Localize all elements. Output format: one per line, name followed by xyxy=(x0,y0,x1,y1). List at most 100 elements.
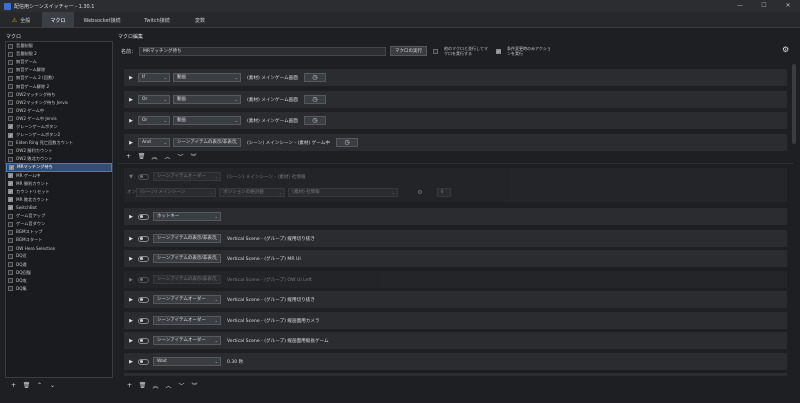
parallel-checkbox[interactable] xyxy=(433,48,439,54)
action-type-dropdown[interactable]: シーンアイテムの表示/非表示 ⌄ xyxy=(153,275,221,284)
macro-checkbox[interactable]: ✓ xyxy=(8,132,13,138)
list-item[interactable]: OW2 敗北カウント xyxy=(6,155,112,163)
clock-icon[interactable]: ◷ xyxy=(303,73,326,82)
expand-icon[interactable]: ▼ xyxy=(128,174,134,180)
list-item[interactable]: Elden Ring 死亡回数カウント xyxy=(6,139,112,147)
list-item[interactable]: 音量制限 2 xyxy=(6,50,112,58)
macro-checkbox[interactable] xyxy=(8,75,13,81)
list-item[interactable]: ✓ カウントリセット xyxy=(6,188,112,196)
macro-checkbox[interactable] xyxy=(8,43,13,49)
tab-websocket[interactable]: Websocket接続 xyxy=(74,12,130,28)
macro-checkbox[interactable]: ✓ xyxy=(8,189,13,195)
macro-checkbox[interactable] xyxy=(8,148,13,154)
macro-checkbox[interactable]: ✓ xyxy=(9,164,14,170)
tab-twitch[interactable]: Twitch接続 xyxy=(130,12,184,28)
macro-checkbox[interactable] xyxy=(8,156,13,162)
gear-icon[interactable]: ⚙ xyxy=(417,189,422,196)
clock-icon[interactable]: ◷ xyxy=(303,116,326,125)
macro-checkbox[interactable] xyxy=(8,253,13,259)
expand-icon[interactable]: ▶ xyxy=(128,97,134,103)
maximize-icon[interactable]: ☐ xyxy=(752,0,776,12)
position-mode-dropdown[interactable]: ポジションの絶対値 ⌄ xyxy=(219,187,286,197)
condition-type-dropdown[interactable]: 動画 ⌄ xyxy=(173,116,241,125)
list-item[interactable]: OW2 勝利カウント xyxy=(6,147,112,155)
enable-toggle[interactable] xyxy=(138,337,149,344)
action-type-dropdown[interactable]: Wait ⌄ xyxy=(153,357,221,366)
macro-checkbox[interactable]: ✓ xyxy=(8,124,13,130)
expand-icon[interactable]: ▶ xyxy=(128,256,134,262)
expand-icon[interactable]: ▶ xyxy=(128,75,134,81)
move-down-button[interactable]: ﹀ xyxy=(175,152,186,161)
macro-checkbox[interactable] xyxy=(8,270,13,276)
macro-checkbox[interactable] xyxy=(8,262,13,268)
delete-action-button[interactable]: 🗑 xyxy=(137,381,148,390)
macro-checkbox[interactable] xyxy=(8,51,13,57)
list-item[interactable]: OW2マッチング待ち Jervis xyxy=(6,99,112,107)
add-macro-button[interactable]: + xyxy=(8,381,19,390)
expand-icon[interactable]: ▶ xyxy=(128,277,134,283)
enable-toggle[interactable] xyxy=(138,276,149,283)
minimize-icon[interactable]: — xyxy=(728,0,752,12)
action-type-dropdown[interactable]: ホットキー ⌄ xyxy=(153,212,221,221)
list-item[interactable]: ✓ MR 勝利カウント xyxy=(6,180,112,188)
list-item[interactable]: DQ集 xyxy=(6,285,112,293)
macro-checkbox[interactable] xyxy=(8,59,13,65)
logic-dropdown[interactable]: And ⌄ xyxy=(138,138,170,147)
macro-checkbox[interactable] xyxy=(8,100,13,106)
list-item[interactable]: DQ遠 xyxy=(6,261,112,269)
move-up-button[interactable]: ⌃ xyxy=(34,381,45,390)
add-condition-button[interactable]: + xyxy=(123,152,134,161)
macro-checkbox[interactable]: ✓ xyxy=(8,197,13,203)
logic-dropdown[interactable]: Or ⌄ xyxy=(138,95,170,104)
tab-macro[interactable]: マクロ xyxy=(42,12,74,28)
source-dropdown[interactable]: (素材) 社情報 ⌄ xyxy=(288,187,399,197)
list-item[interactable]: ✓ MRマッチング待ち xyxy=(6,163,112,172)
macro-checkbox[interactable] xyxy=(8,286,13,292)
macro-checkbox[interactable] xyxy=(8,92,13,98)
macro-checkbox[interactable] xyxy=(8,116,13,122)
macro-checkbox[interactable] xyxy=(8,245,13,251)
enable-toggle[interactable] xyxy=(138,317,149,324)
on-change-checkbox[interactable]: ✓ xyxy=(496,48,502,54)
list-item[interactable]: ゲーム音アップ xyxy=(6,212,112,220)
expand-icon[interactable]: ▶ xyxy=(128,318,134,324)
enable-toggle[interactable] xyxy=(138,173,149,180)
condition-type-dropdown[interactable]: シーンアイテムの表示/非表示 ⌄ xyxy=(173,138,241,147)
list-item[interactable]: 無音ゲーム解除 xyxy=(6,66,112,74)
expand-icon[interactable]: ▶ xyxy=(128,118,134,124)
macro-checkbox[interactable]: ✓ xyxy=(8,173,13,179)
action-type-dropdown[interactable]: シーンアイテムオーダー ⌄ xyxy=(153,336,221,345)
add-action-button[interactable]: + xyxy=(124,381,135,390)
action-type-dropdown[interactable]: シーンアイテムオーダー ⌄ xyxy=(153,295,221,304)
macro-checkbox[interactable] xyxy=(8,213,13,219)
macro-checkbox[interactable]: ✓ xyxy=(8,181,13,187)
enable-toggle[interactable] xyxy=(138,296,149,303)
macro-checkbox[interactable] xyxy=(8,278,13,284)
move-bottom-button[interactable]: ︾ xyxy=(188,152,199,161)
value-stepper[interactable]: 0 xyxy=(436,187,451,197)
macro-checkbox[interactable] xyxy=(8,221,13,227)
expand-icon[interactable]: ▶ xyxy=(128,359,134,365)
macro-checkbox[interactable] xyxy=(8,140,13,146)
list-item[interactable]: DQ回復 xyxy=(6,269,112,277)
list-item[interactable]: DQ攻 xyxy=(6,277,112,285)
macro-checkbox[interactable]: ✓ xyxy=(8,205,13,211)
move-up-button[interactable]: ︿ xyxy=(163,381,174,390)
clock-icon[interactable]: ◷ xyxy=(303,95,326,104)
macro-checkbox[interactable] xyxy=(8,237,13,243)
action-type-dropdown[interactable]: シーンアイテムオーダー ⌄ xyxy=(153,172,221,181)
list-item[interactable]: 音量制限 xyxy=(6,42,112,50)
delete-macro-button[interactable]: 🗑 xyxy=(21,381,32,390)
list-item[interactable]: ✓ MR ゲーム中 xyxy=(6,172,112,180)
list-item[interactable]: ✓ クレーンゲームボタン2 xyxy=(6,131,112,139)
list-item[interactable]: OW2マッチング待ち xyxy=(6,91,112,99)
expand-icon[interactable]: ▶ xyxy=(128,214,134,220)
list-item[interactable]: BGMスタート xyxy=(6,236,112,244)
scrollbar[interactable] xyxy=(792,64,796,144)
list-item[interactable]: OW Hero Selection xyxy=(6,244,112,252)
action-type-dropdown[interactable]: シーンアイテムオーダー ⌄ xyxy=(153,316,221,325)
list-item[interactable]: ✓ SwitchBot xyxy=(6,204,112,212)
macro-checkbox[interactable] xyxy=(8,229,13,235)
macro-checkbox[interactable] xyxy=(8,67,13,73)
list-item[interactable]: DQ近 xyxy=(6,252,112,260)
